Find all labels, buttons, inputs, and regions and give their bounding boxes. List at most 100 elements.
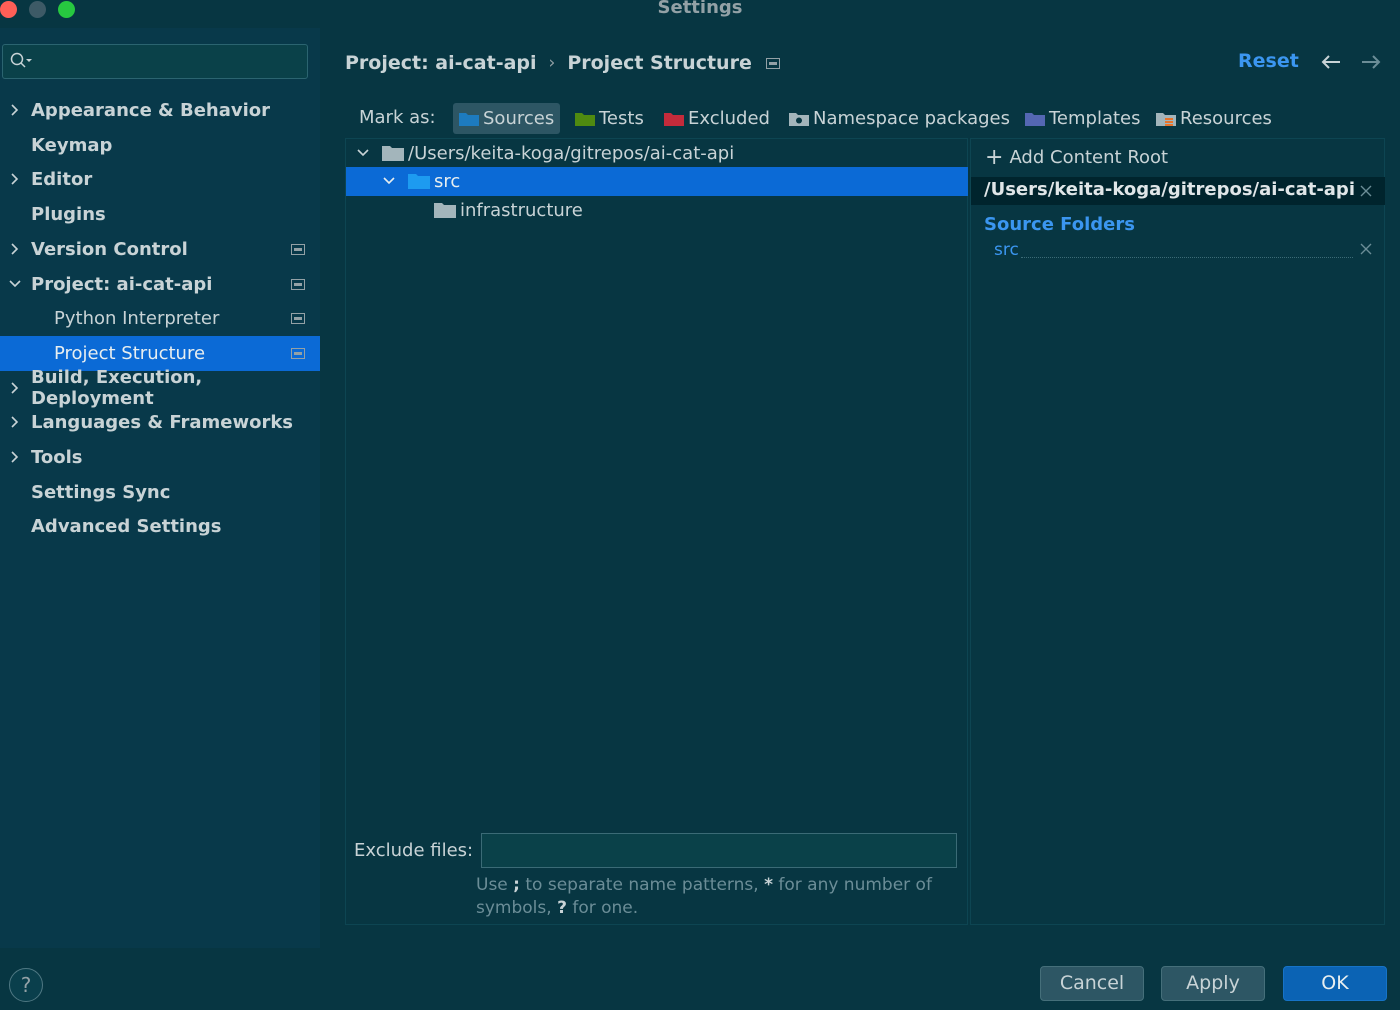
- folder-icon: [434, 203, 456, 218]
- content-root-row[interactable]: /Users/keita-koga/gitrepos/ai-cat-api: [971, 177, 1385, 205]
- project-scope-icon: [765, 57, 780, 69]
- sidebar-item-label: Tools: [31, 447, 83, 468]
- remove-source-folder-icon[interactable]: [1360, 243, 1372, 255]
- sidebar-item-label: Editor: [31, 169, 93, 191]
- hint-symbol: ;: [513, 875, 520, 895]
- sources-folder-icon: [408, 174, 430, 189]
- window-title: Settings: [657, 0, 743, 18]
- breadcrumb-separator: ›: [548, 53, 556, 73]
- resources-folder-icon: [1156, 112, 1176, 126]
- sidebar-item-label: Version Control: [31, 238, 188, 260]
- sidebar-item-label: Appearance & Behavior: [31, 100, 271, 121]
- add-content-root-label: Add Content Root: [1009, 147, 1169, 168]
- dialog-footer: ? Cancel Apply OK: [0, 948, 1400, 1010]
- mark-tests-label: Tests: [599, 108, 644, 129]
- sidebar-item-build-execution-deployment[interactable]: Build, Execution, Deployment: [0, 367, 320, 409]
- project-scope-icon: [291, 347, 305, 359]
- breadcrumb-parent[interactable]: Project: ai-cat-api: [345, 52, 537, 74]
- hint-symbol: *: [764, 875, 773, 895]
- chevron-right-icon[interactable]: [8, 103, 22, 117]
- mark-templates-label: Templates: [1049, 108, 1141, 129]
- add-content-root-button[interactable]: + Add Content Root: [985, 144, 1169, 170]
- sidebar-item-label: Build, Execution, Deployment: [31, 367, 203, 410]
- forward-arrow-icon[interactable]: [1360, 53, 1382, 71]
- sidebar-item-tools[interactable]: Tools: [0, 440, 320, 475]
- sidebar-item-python-interpreter[interactable]: Python Interpreter: [0, 301, 320, 336]
- sources-folder-icon: [459, 112, 479, 126]
- project-scope-icon: [291, 313, 305, 325]
- mark-sources-label: Sources: [483, 108, 555, 129]
- sidebar-item-keymap[interactable]: Keymap: [0, 128, 320, 163]
- tree-row-infrastructure[interactable]: infrastructure: [346, 196, 968, 225]
- tree-row-label: /Users/keita-koga/gitrepos/ai-cat-api: [408, 143, 735, 164]
- sidebar-item-label: Advanced Settings: [31, 516, 222, 538]
- mark-excluded-button[interactable]: Excluded: [658, 103, 776, 134]
- settings-search-input[interactable]: [2, 44, 308, 79]
- tests-folder-icon: [575, 112, 595, 126]
- content-root-path: /Users/keita-koga/gitrepos/ai-cat-api: [984, 179, 1355, 200]
- help-button[interactable]: ?: [9, 968, 43, 1002]
- reset-link[interactable]: Reset: [1238, 50, 1299, 72]
- sidebar-item-languages-frameworks[interactable]: Languages & Frameworks: [0, 405, 320, 440]
- tree-row-root[interactable]: /Users/keita-koga/gitrepos/ai-cat-api: [346, 139, 968, 168]
- hint-text: for one.: [572, 898, 639, 918]
- exclude-files-label: Exclude files:: [354, 840, 474, 861]
- templates-folder-icon: [1025, 112, 1045, 126]
- chevron-down-icon[interactable]: [356, 146, 370, 160]
- chevron-down-icon[interactable]: [382, 174, 396, 188]
- tree-row-src[interactable]: src: [346, 167, 968, 196]
- hint-text: to separate name patterns,: [525, 875, 759, 895]
- excluded-folder-icon: [664, 112, 684, 126]
- settings-sidebar: Appearance & Behavior Keymap Editor Plugins…: [0, 28, 320, 948]
- source-folder-leader: [1021, 257, 1353, 258]
- breadcrumb: Project: ai-cat-api › Project Structure: [345, 50, 780, 76]
- mark-tests-button[interactable]: Tests: [569, 103, 650, 134]
- mark-as-label: Mark as:: [359, 107, 436, 128]
- mark-sources-button[interactable]: Sources: [453, 103, 561, 134]
- exclude-files-input[interactable]: [481, 833, 957, 868]
- sidebar-item-plugins[interactable]: Plugins: [0, 197, 320, 232]
- source-folder-item[interactable]: src: [994, 240, 1019, 260]
- chevron-right-icon[interactable]: [8, 381, 22, 395]
- mark-excluded-label: Excluded: [688, 108, 770, 129]
- project-scope-icon: [291, 243, 305, 255]
- mark-namespace-packages-label: Namespace packages: [813, 108, 1010, 129]
- mark-templates-button[interactable]: Templates: [1019, 103, 1147, 134]
- remove-content-root-icon[interactable]: [1360, 185, 1372, 197]
- folder-icon: [382, 146, 404, 161]
- sidebar-item-label: Settings Sync: [31, 481, 171, 503]
- apply-button[interactable]: Apply: [1161, 966, 1265, 1001]
- plus-icon: +: [985, 144, 1004, 170]
- hint-text: Use: [476, 875, 508, 895]
- sidebar-item-project-ai-cat-api[interactable]: Project: ai-cat-api: [0, 267, 320, 302]
- chevron-right-icon[interactable]: [8, 172, 22, 186]
- content-root-panel: + Add Content Root /Users/keita-koga/git…: [970, 138, 1385, 925]
- mark-as-toolbar: Mark as: Sources Tests Excluded Namespac…: [345, 100, 1385, 136]
- sidebar-item-editor[interactable]: Editor: [0, 162, 320, 197]
- mark-resources-button[interactable]: Resources: [1150, 103, 1278, 134]
- sidebar-item-appearance-behavior[interactable]: Appearance & Behavior: [0, 93, 320, 128]
- sidebar-item-project-structure[interactable]: Project Structure: [0, 335, 320, 371]
- hint-symbol: ?: [557, 898, 567, 918]
- cancel-button[interactable]: Cancel: [1040, 966, 1144, 1001]
- sidebar-item-advanced-settings[interactable]: Advanced Settings: [0, 509, 320, 544]
- sidebar-item-label: Plugins: [31, 204, 106, 226]
- sidebar-item-label: Project: ai-cat-api: [31, 273, 213, 295]
- sidebar-item-settings-sync[interactable]: Settings Sync: [0, 475, 320, 510]
- search-icon: [10, 52, 32, 68]
- chevron-right-icon[interactable]: [8, 450, 22, 464]
- sidebar-item-label: Project Structure: [54, 342, 206, 364]
- back-arrow-icon[interactable]: [1320, 53, 1342, 71]
- mark-resources-label: Resources: [1180, 108, 1272, 129]
- chevron-right-icon[interactable]: [8, 242, 22, 256]
- chevron-right-icon[interactable]: [8, 415, 22, 429]
- tree-row-label: infrastructure: [460, 200, 583, 221]
- sidebar-item-label: Keymap: [31, 134, 113, 156]
- mark-namespace-packages-button[interactable]: Namespace packages: [783, 103, 1016, 134]
- namespace-package-folder-icon: [789, 112, 809, 126]
- ok-button[interactable]: OK: [1283, 966, 1387, 1001]
- source-folders-title: Source Folders: [984, 214, 1135, 235]
- exclude-files-hint: Use ; to separate name patterns, * for a…: [476, 874, 956, 920]
- sidebar-item-version-control[interactable]: Version Control: [0, 232, 320, 267]
- chevron-down-icon[interactable]: [8, 277, 22, 291]
